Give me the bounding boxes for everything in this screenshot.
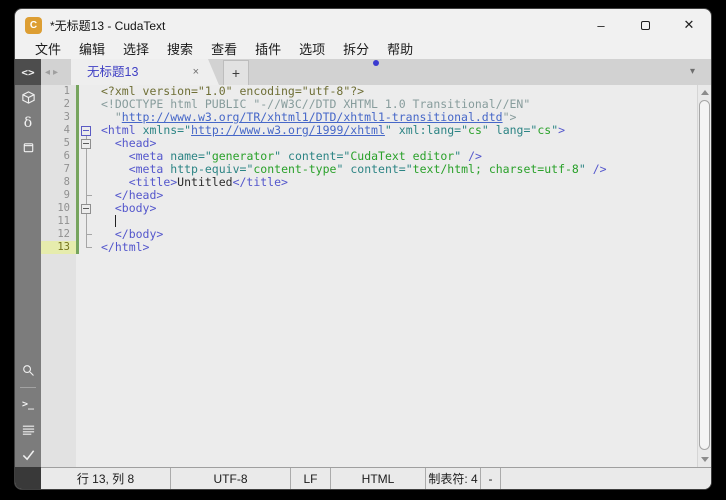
- app-icon: C: [25, 16, 42, 34]
- menu-item-7[interactable]: 拆分: [334, 41, 378, 59]
- sidebar-icon-output[interactable]: [15, 417, 41, 442]
- line-number: 5: [63, 137, 70, 149]
- close-button[interactable]: ✕: [667, 9, 711, 41]
- minimize-button[interactable]: –: [579, 9, 623, 41]
- sidebar-icon-validate[interactable]: [15, 442, 41, 467]
- fold-column: [79, 241, 95, 254]
- line-number: 10: [57, 202, 70, 214]
- sidebar-icon-find[interactable]: [15, 358, 41, 383]
- menu-bar: 文件 编辑 选择 搜索 查看 插件 选项 拆分 帮助: [15, 41, 711, 59]
- scroll-down-icon[interactable]: [701, 457, 709, 462]
- menu-item-8[interactable]: 帮助: [378, 41, 422, 59]
- fold-column: [79, 150, 95, 163]
- maximize-button[interactable]: [623, 9, 667, 41]
- fold-column[interactable]: [79, 137, 95, 150]
- sidebar-bottom-cell: [15, 467, 41, 489]
- status-caret-position[interactable]: 行 13, 列 8: [41, 468, 171, 489]
- status-line-endings[interactable]: LF: [291, 468, 331, 489]
- tab-nav-right-icon[interactable]: ▸: [53, 67, 58, 78]
- list-icon: [22, 425, 34, 435]
- search-icon: [22, 365, 34, 376]
- tab-list-menu-icon[interactable]: ▾: [690, 59, 695, 85]
- window-title: *无标题13 - CudaText: [50, 18, 166, 33]
- document-icon: [23, 143, 33, 153]
- fold-column[interactable]: [79, 202, 95, 215]
- code-line-10: 10 <body>: [41, 202, 697, 215]
- line-number: 11: [57, 215, 70, 227]
- line-number: 6: [63, 150, 70, 162]
- scrollbar-thumb[interactable]: [699, 100, 710, 450]
- line-number: 7: [63, 163, 70, 175]
- status-selection[interactable]: -: [481, 468, 501, 489]
- tab-label: 无标题13: [87, 65, 139, 79]
- fold-column: [79, 85, 95, 98]
- sidebar-icon-addons[interactable]: [15, 85, 41, 110]
- status-tab-size[interactable]: 制表符: 4: [426, 468, 481, 489]
- line-number: 3: [63, 111, 70, 123]
- line-number: 1: [63, 85, 70, 97]
- line-text: </html>: [101, 240, 150, 254]
- fold-column: [79, 111, 95, 124]
- tab-nav-left-icon[interactable]: ◂: [45, 67, 50, 78]
- line-number: 4: [63, 124, 70, 136]
- fold-column: [79, 228, 95, 241]
- scroll-up-icon[interactable]: [701, 90, 709, 95]
- cudatext-window: C *无标题13 - CudaText – ✕ 文件 编辑 选择 搜索 查看 插件 选项 拆分…: [14, 8, 712, 490]
- code-lines: 1 <?xml version="1.0" encoding="utf-8"?> 2…: [41, 85, 697, 254]
- activity-sidebar: <> δ >_: [15, 59, 41, 467]
- new-tab-button[interactable]: +: [223, 60, 249, 85]
- fold-column: [79, 176, 95, 189]
- title-bar[interactable]: C *无标题13 - CudaText – ✕: [15, 9, 711, 41]
- line-text: <html xmlns="http://www.w3.org/1999/xhtm…: [101, 123, 566, 137]
- tab-modified-indicator: [373, 60, 379, 66]
- menu-item-1[interactable]: 编辑: [70, 41, 114, 59]
- sidebar-divider: [20, 387, 36, 388]
- menu-item-3[interactable]: 搜索: [158, 41, 202, 59]
- tab-bar: ◂ ▸ 无标题13 × + ▾: [41, 59, 711, 85]
- menu-item-0[interactable]: 文件: [26, 41, 70, 59]
- tab-untitled13[interactable]: 无标题13 ×: [71, 59, 219, 85]
- tab-close-icon[interactable]: ×: [193, 59, 199, 85]
- check-icon: [22, 450, 34, 461]
- sidebar-icon-tabs[interactable]: [15, 135, 41, 160]
- vertical-scrollbar[interactable]: [697, 85, 711, 467]
- line-number: 12: [57, 228, 70, 240]
- sidebar-icon-console[interactable]: >_: [15, 392, 41, 417]
- fold-column: [79, 215, 95, 228]
- code-line-13: 13 </html>: [41, 241, 697, 254]
- line-number: 13: [41, 241, 76, 254]
- menu-item-2[interactable]: 选择: [114, 41, 158, 59]
- maximize-icon: [640, 20, 650, 30]
- status-lexer[interactable]: HTML: [331, 468, 426, 489]
- menu-item-5[interactable]: 插件: [246, 41, 290, 59]
- fold-column: [79, 98, 95, 111]
- line-number: 9: [63, 189, 70, 201]
- fold-column: [79, 189, 95, 202]
- status-encoding[interactable]: UTF-8: [171, 468, 291, 489]
- fold-column: [79, 163, 95, 176]
- status-bar: 行 13, 列 8 UTF-8 LF HTML 制表符: 4-: [41, 467, 711, 489]
- package-icon: [21, 91, 35, 104]
- tab-nav-arrows: ◂ ▸: [45, 59, 58, 85]
- sidebar-icon-code[interactable]: <>: [15, 59, 41, 85]
- line-number: 2: [63, 98, 70, 110]
- fold-column[interactable]: [79, 124, 95, 137]
- editor-area[interactable]: 1 <?xml version="1.0" encoding="utf-8"?> 2…: [41, 85, 711, 467]
- window-controls: – ✕: [579, 9, 711, 41]
- line-number: 8: [63, 176, 70, 188]
- menu-item-4[interactable]: 查看: [202, 41, 246, 59]
- menu-item-6[interactable]: 选项: [290, 41, 334, 59]
- sidebar-icon-snippets[interactable]: δ: [15, 110, 41, 135]
